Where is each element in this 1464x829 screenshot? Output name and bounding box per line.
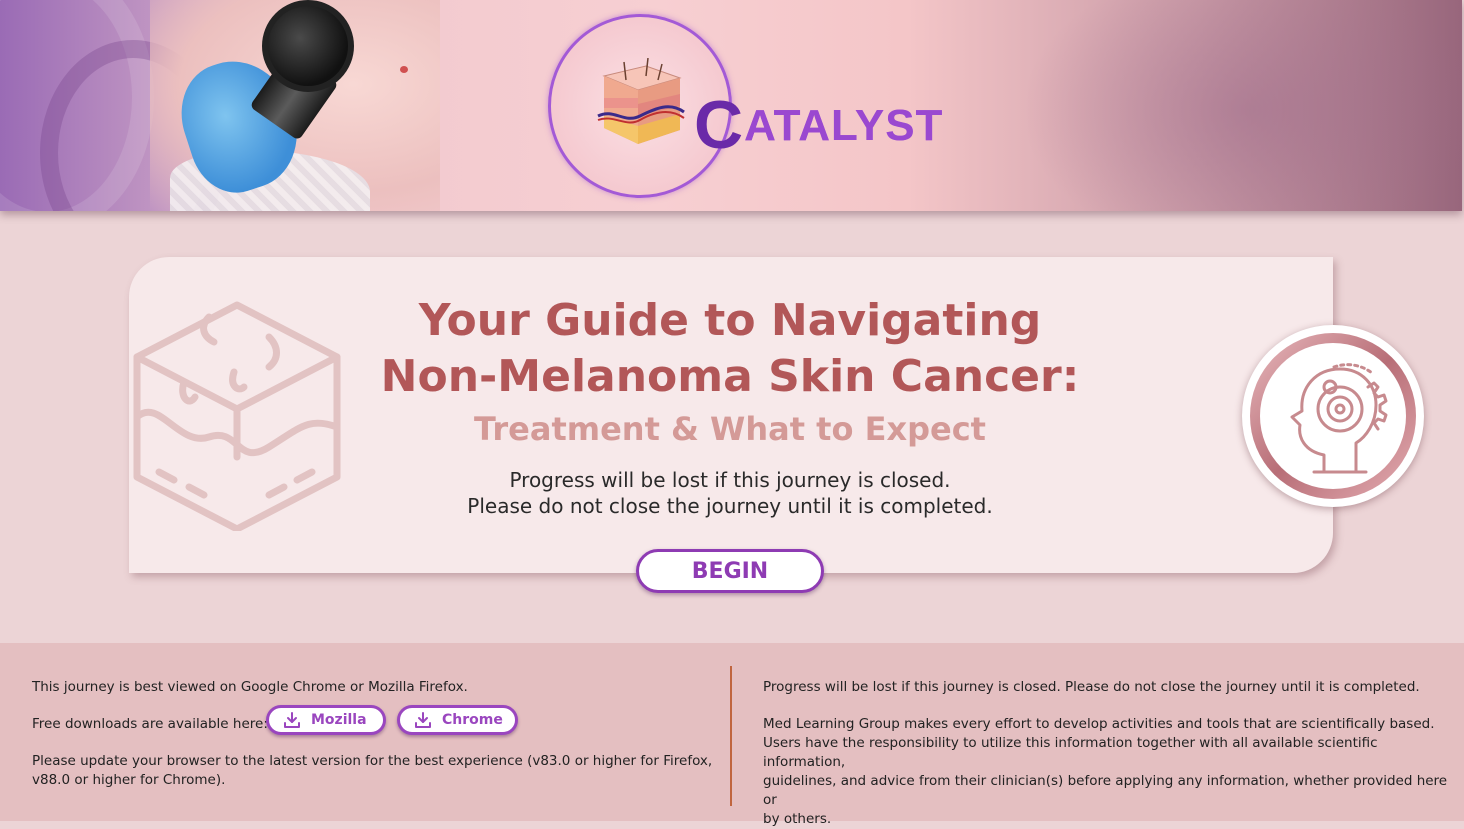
logo-wordmark: ATALYST (744, 101, 944, 150)
catalyst-logo: CATALYST (694, 78, 944, 163)
logo-initial: C (694, 87, 745, 163)
begin-button[interactable]: BEGIN (636, 549, 824, 593)
update-note: Please update your browser to the latest… (32, 752, 712, 790)
disclaimer-line-4: by others. (763, 811, 832, 827)
browser-note: This journey is best viewed on Google Ch… (32, 679, 468, 695)
footer-progress-note: Progress will be lost if this journey is… (763, 679, 1420, 695)
chrome-download-button[interactable]: Chrome (397, 705, 518, 735)
disclaimer-line-1: Med Learning Group makes every effort to… (763, 716, 1435, 732)
update-note-line-2: v88.0 or higher for Chrome). (32, 772, 226, 788)
dermatoscope-lens-image (262, 0, 354, 92)
chrome-download-label: Chrome (442, 712, 503, 728)
skin-cube-logo-icon (597, 58, 685, 144)
download-icon (415, 712, 431, 728)
page-title: Your Guide to Navigating Non-Melanoma Sk… (300, 293, 1160, 405)
title-line-2: Non-Melanoma Skin Cancer: (380, 351, 1080, 402)
disclaimer: Med Learning Group makes every effort to… (763, 715, 1464, 829)
warning-line-2: Please do not close the journey until it… (467, 494, 993, 518)
page-subtitle: Treatment & What to Expect (474, 410, 986, 448)
disclaimer-line-2: Users have the responsibility to utilize… (763, 735, 1378, 770)
title-line-1: Your Guide to Navigating (418, 295, 1042, 346)
update-note-line-1: Please update your browser to the latest… (32, 753, 713, 769)
progress-warning: Progress will be lost if this journey is… (300, 467, 1160, 519)
skin-lesion-image (400, 66, 408, 73)
footer-divider (730, 666, 732, 806)
mozilla-download-label: Mozilla (311, 712, 367, 728)
banner-blur (1020, 0, 1462, 211)
mozilla-download-button[interactable]: Mozilla (266, 705, 386, 735)
downloads-label: Free downloads are available here: (32, 716, 268, 732)
head-gear-icon (1290, 363, 1388, 474)
disclaimer-line-3: guidelines, and advice from their clinic… (763, 773, 1448, 808)
download-icon (284, 712, 300, 728)
head-gear-badge (1242, 325, 1424, 507)
warning-line-1: Progress will be lost if this journey is… (509, 468, 951, 492)
